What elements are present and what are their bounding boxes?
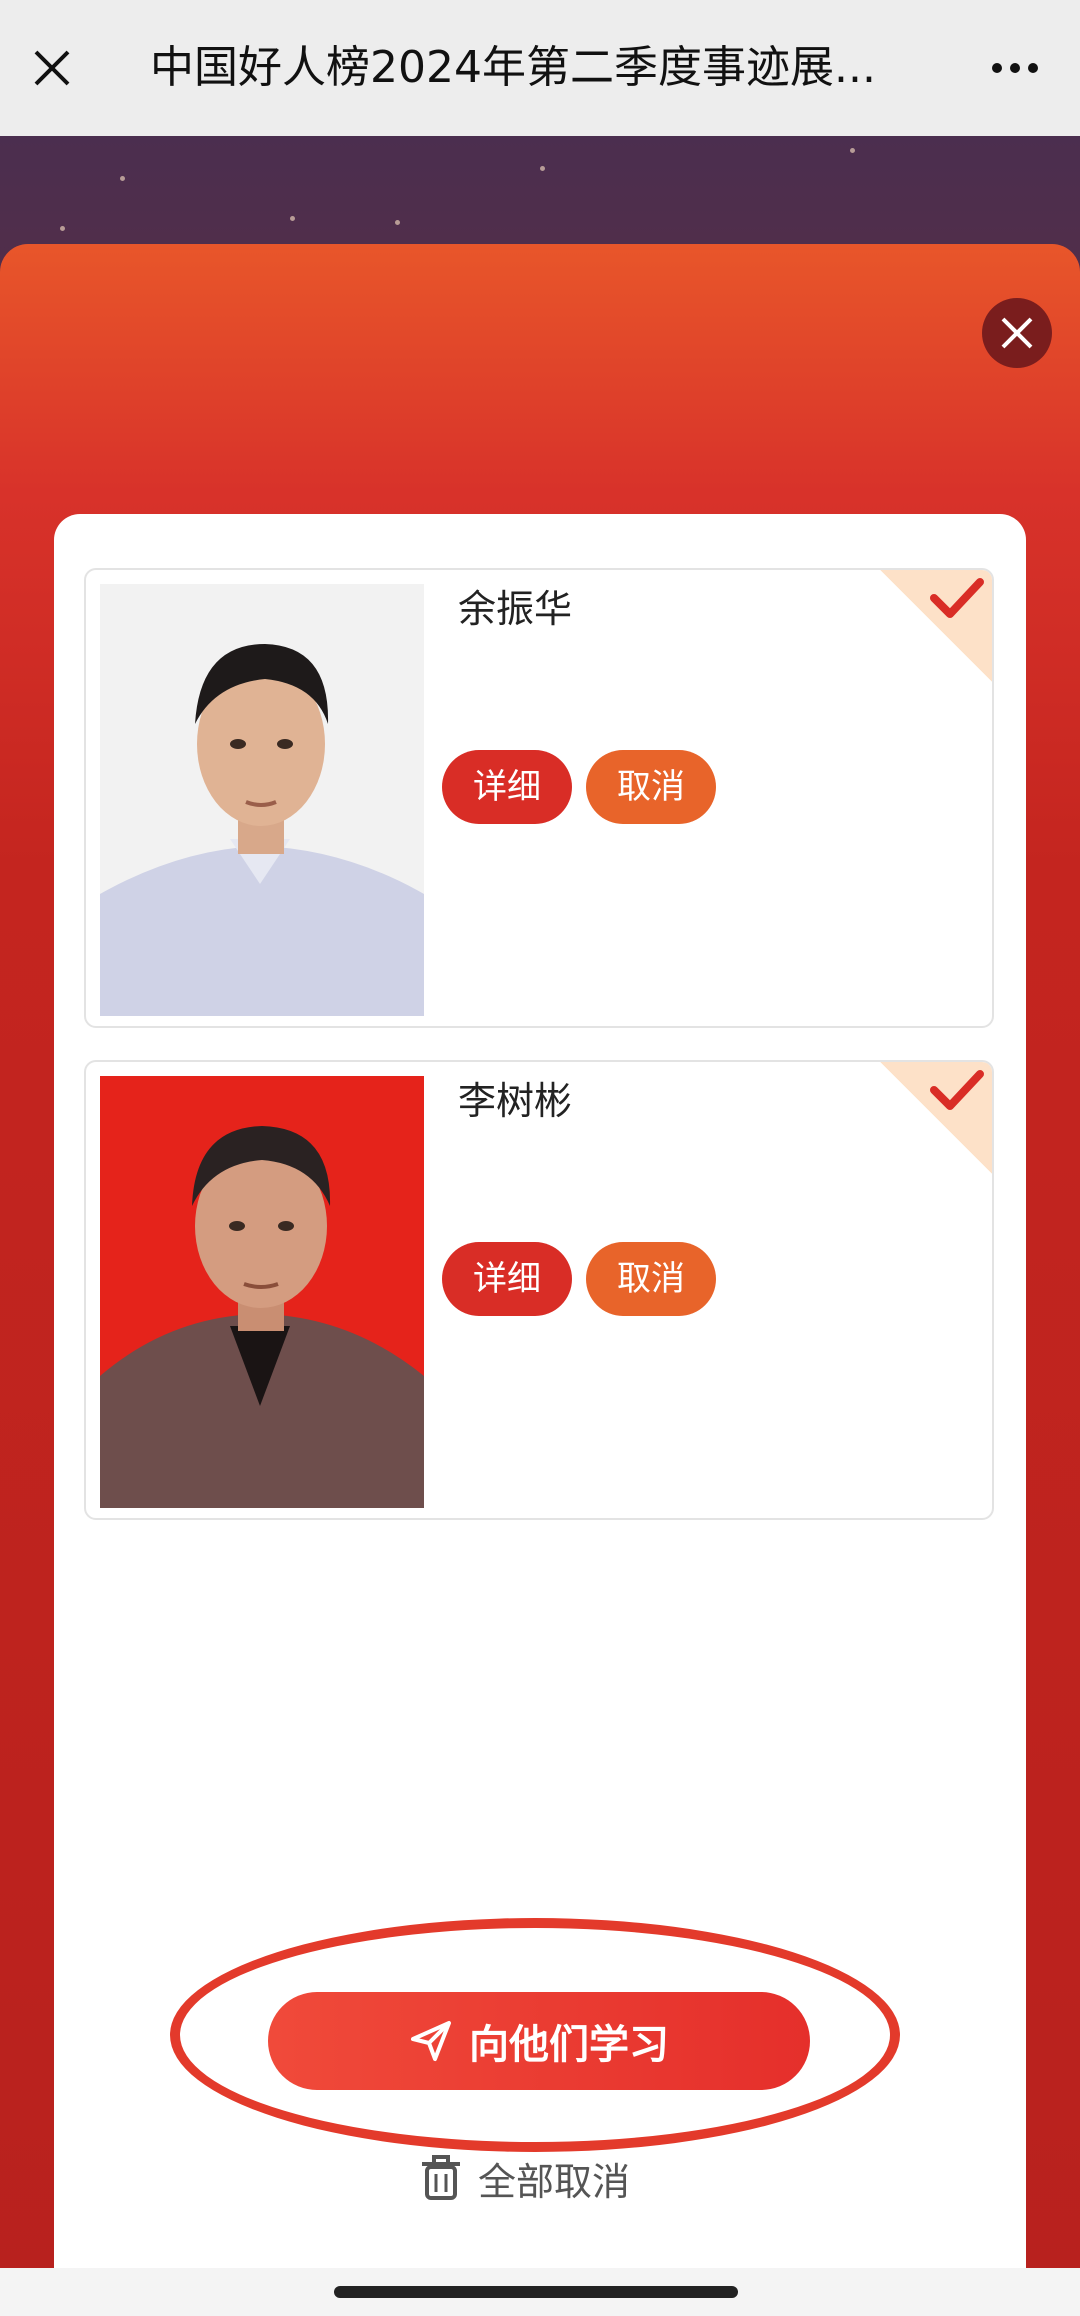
top-navbar: 中国好人榜2024年第二季度事迹展... <box>0 0 1080 136</box>
trash-icon <box>422 2155 460 2200</box>
person-photo <box>100 584 424 1016</box>
detail-button[interactable]: 详细 <box>442 750 572 824</box>
send-icon <box>411 2021 451 2061</box>
more-icon <box>992 63 1002 73</box>
learn-button-label: 向他们学习 <box>469 2022 669 2068</box>
person-photo <box>100 1076 424 1508</box>
home-indicator <box>334 2286 738 2298</box>
person-card: 李树彬 详细 取消 <box>84 1060 994 1520</box>
checkmark-icon <box>930 578 984 618</box>
cancel-all-button[interactable]: 全部取消 <box>420 2148 630 2208</box>
modal-close-button[interactable] <box>982 298 1052 368</box>
close-icon <box>34 50 70 86</box>
cancel-all-label: 全部取消 <box>478 2159 631 2204</box>
portrait-image <box>100 1076 424 1508</box>
cancel-button[interactable]: 取消 <box>586 750 716 824</box>
portrait-image <box>100 584 424 1016</box>
close-icon <box>1001 317 1033 349</box>
learn-from-them-button[interactable]: 向他们学习 <box>268 1992 810 2090</box>
person-card: 余振华 详细 取消 <box>84 568 994 1028</box>
nav-close-button[interactable] <box>22 38 82 98</box>
person-name: 李树彬 <box>458 1079 573 1123</box>
cancel-button[interactable]: 取消 <box>586 1242 716 1316</box>
checkmark-icon <box>930 1070 984 1110</box>
more-button[interactable] <box>980 38 1050 98</box>
detail-button[interactable]: 详细 <box>442 1242 572 1316</box>
page-title: 中国好人榜2024年第二季度事迹展... <box>150 42 876 93</box>
person-name: 余振华 <box>458 587 573 631</box>
